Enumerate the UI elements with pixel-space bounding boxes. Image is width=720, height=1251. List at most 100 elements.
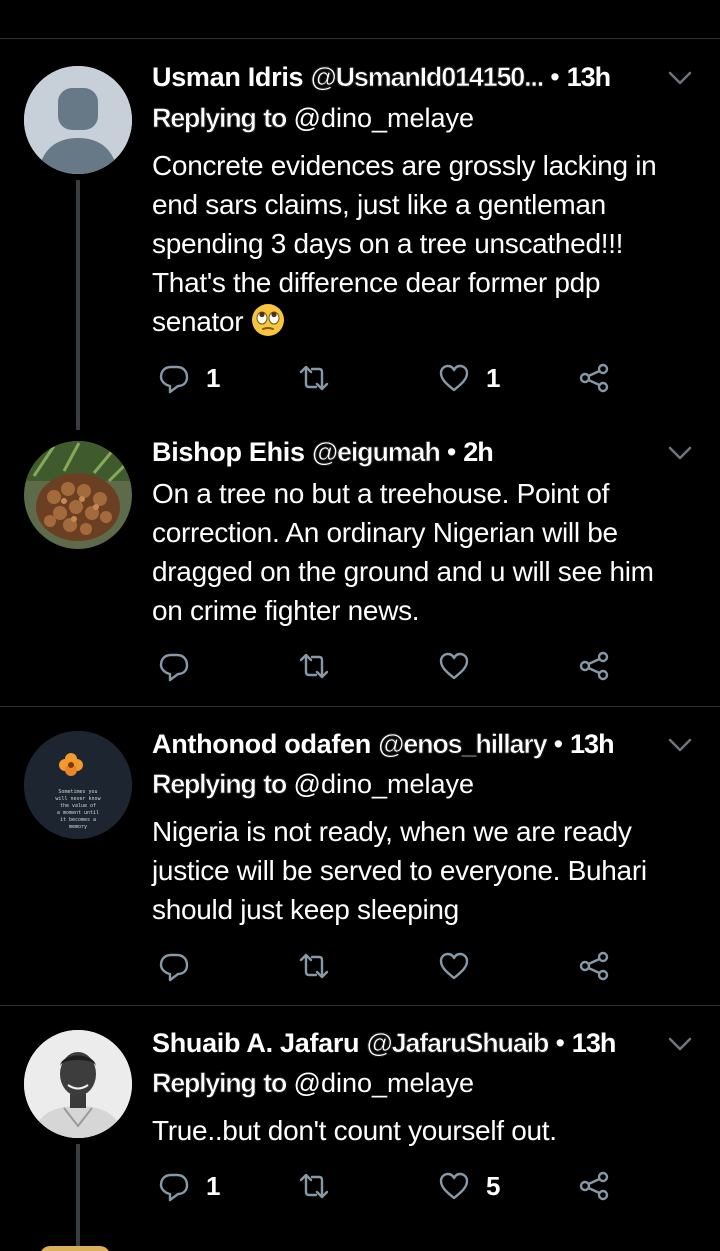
tweet-text: On a tree no but a treehouse. Point of c… [152, 474, 697, 630]
tweet-actions [152, 646, 622, 686]
replying-label: Replying [152, 103, 258, 134]
palm-fruit-photo-icon [24, 441, 132, 549]
retweet-icon [299, 1173, 329, 1199]
retweet-button[interactable] [298, 358, 330, 398]
like-button[interactable]: 5 [438, 1166, 500, 1206]
svg-text:it becomes a: it becomes a [60, 817, 96, 823]
replying-to-word: to [263, 1068, 288, 1099]
user-handle[interactable]: @enos_hillary [378, 729, 548, 760]
tweet-header: Usman Idris @UsmanId014150... • 13h [152, 62, 650, 93]
tweet-actions: 1 1 [152, 358, 622, 398]
like-count: 1 [486, 362, 501, 393]
reply-target-link[interactable]: @dino_melaye [294, 103, 475, 133]
default-profile-icon [24, 66, 132, 174]
svg-text:the value of: the value of [60, 803, 96, 809]
tweet-line: On a tree no but a treehouse. Point of [152, 478, 610, 509]
share-button[interactable] [578, 946, 610, 986]
svg-text:a moment until: a moment until [57, 810, 99, 816]
display-name[interactable]: Anthonod odafen [152, 729, 371, 759]
replying-to: Replying to @dino_melaye [152, 1068, 474, 1099]
like-button[interactable]: 1 [438, 358, 500, 398]
user-handle[interactable]: @JafaruShuaib [366, 1028, 550, 1059]
avatar-shuaib-jafaru[interactable] [24, 1030, 132, 1138]
share-icon [579, 951, 609, 981]
reply-button[interactable]: 1 [158, 358, 220, 398]
svg-text:Sometimes you: Sometimes you [58, 789, 97, 795]
reply-icon [159, 365, 189, 394]
reply-button[interactable]: 1 [158, 1166, 220, 1206]
eye-roll-emoji-icon [251, 304, 284, 336]
user-handle[interactable]: @eigumah [312, 437, 442, 468]
tweet-divider [0, 1005, 720, 1006]
replying-to: Replying to @dino_melaye [152, 103, 474, 134]
user-handle[interactable]: @UsmanId014150... [310, 62, 544, 93]
retweet-icon [299, 365, 329, 391]
thread-line [76, 180, 80, 430]
reply-icon [159, 953, 189, 982]
timestamp[interactable]: 13h [567, 62, 612, 92]
replying-label: Replying [152, 769, 258, 800]
reply-icon [159, 1173, 189, 1202]
tweet-text: Nigeria is not ready, when we are ready … [152, 812, 697, 929]
replying-to: Replying to @dino_melaye [152, 769, 474, 800]
share-icon [579, 363, 609, 393]
separator-dot: • [553, 729, 563, 759]
tweet-header: Anthonod odafen @enos_hillary • 13h [152, 729, 650, 760]
retweet-button[interactable] [298, 646, 330, 686]
timestamp[interactable]: 2h [463, 437, 493, 467]
tweet-header: Shuaib A. Jafaru @JafaruShuaib • 13h [152, 1028, 650, 1059]
replying-to-word: to [263, 103, 288, 134]
separator-dot: • [550, 62, 560, 92]
avatar-bishop-ehis[interactable] [24, 441, 132, 549]
like-icon [439, 652, 469, 680]
thread-line [76, 1144, 80, 1251]
separator-dot: • [446, 437, 457, 467]
next-tweet-peek [40, 1246, 110, 1251]
flower-quote-icon: Sometimes you will never know the value … [24, 731, 132, 839]
reply-count: 1 [206, 1170, 221, 1201]
timestamp[interactable]: 13h [572, 1028, 617, 1058]
share-button[interactable] [578, 1166, 610, 1206]
tweet-text: True..but don't count yourself out. [152, 1111, 697, 1150]
display-name[interactable]: Bishop Ehis [152, 437, 305, 467]
tweet-actions [152, 946, 622, 986]
share-icon [579, 651, 609, 681]
svg-text:will never know: will never know [55, 796, 101, 802]
reply-target-link[interactable]: @dino_melaye [294, 769, 475, 799]
share-button[interactable] [578, 646, 610, 686]
tweet-line: on crime fighter news. [152, 595, 420, 626]
retweet-button[interactable] [298, 946, 330, 986]
separator-dot: • [555, 1028, 565, 1058]
tweet-line: should just keep sleeping [152, 894, 459, 925]
share-icon [579, 1171, 609, 1201]
tweet-line: Concrete evidences are grossly lacking i… [152, 150, 657, 181]
display-name[interactable]: Usman Idris [152, 62, 304, 92]
tweet-header: Bishop Ehis @eigumah • 2h [152, 437, 650, 468]
person-photo-icon [24, 1030, 132, 1138]
retweet-button[interactable] [298, 1166, 330, 1206]
like-button[interactable] [438, 646, 486, 686]
chevron-down-icon[interactable] [666, 731, 694, 759]
display-name[interactable]: Shuaib A. Jafaru [152, 1028, 360, 1058]
like-count: 5 [486, 1170, 501, 1201]
avatar-default[interactable] [24, 66, 132, 174]
reply-icon [159, 653, 189, 682]
tweet-line: Nigeria is not ready, when we are ready [152, 816, 632, 847]
reply-target-link[interactable]: @dino_melaye [294, 1068, 475, 1098]
like-button[interactable] [438, 946, 486, 986]
like-icon [439, 1172, 469, 1200]
chevron-down-icon[interactable] [666, 1030, 694, 1058]
tweet-divider [0, 706, 720, 707]
like-icon [439, 364, 469, 392]
reply-button[interactable] [158, 946, 206, 986]
chevron-down-icon[interactable] [666, 64, 694, 92]
retweet-icon [299, 653, 329, 679]
tweet-line: dragged on the ground and u will see him [152, 556, 654, 587]
avatar-anthonod-odafen[interactable]: Sometimes you will never know the value … [24, 731, 132, 839]
replying-to-word: to [263, 769, 288, 800]
timestamp[interactable]: 13h [570, 729, 615, 759]
chevron-down-icon[interactable] [666, 439, 694, 467]
like-icon [439, 952, 469, 980]
share-button[interactable] [578, 358, 610, 398]
reply-button[interactable] [158, 646, 206, 686]
